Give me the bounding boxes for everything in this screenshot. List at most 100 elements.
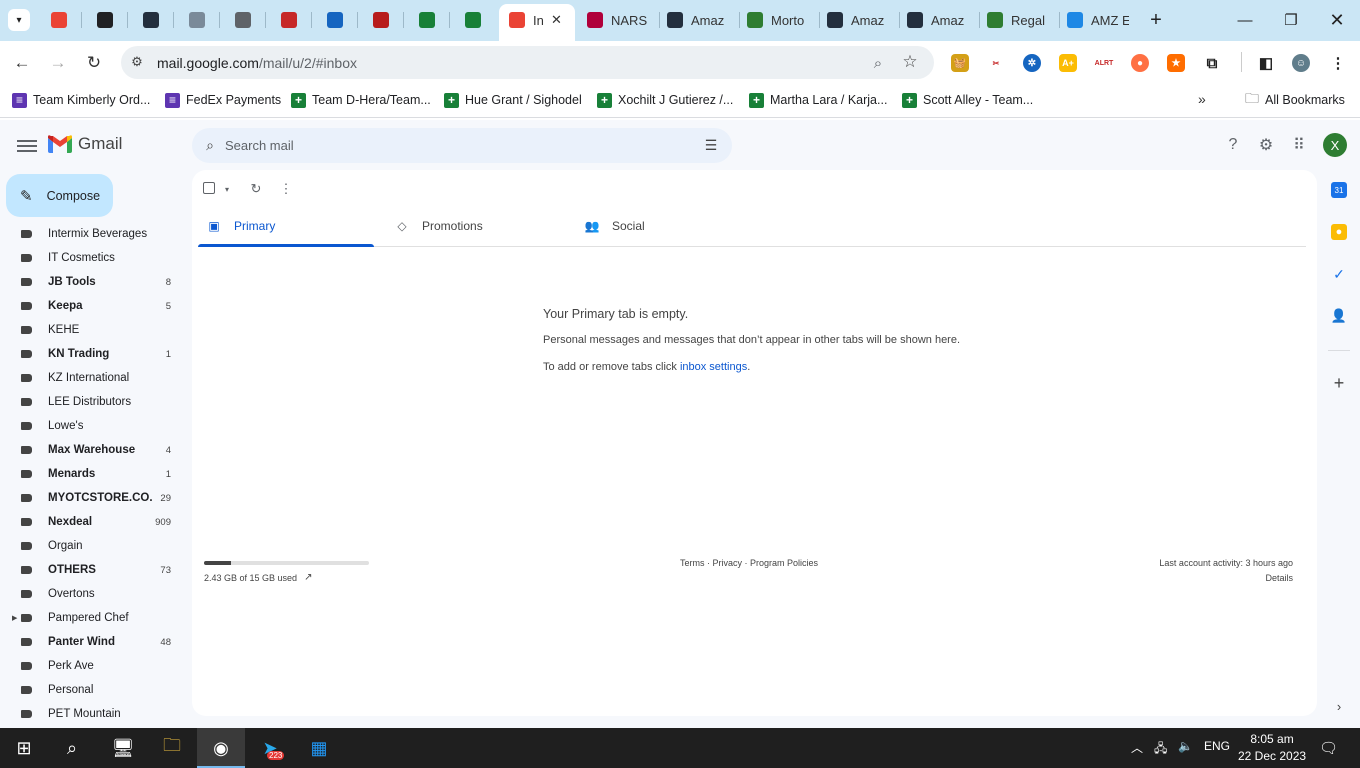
sidebar-label-item[interactable]: KN Trading 1	[0, 342, 190, 366]
bookmark-item[interactable]: ≡ Team Kimberly Ord...	[12, 91, 150, 109]
extension-alert-icon[interactable]: ALRT	[1095, 54, 1113, 72]
back-arrow-icon[interactable]: ←	[11, 52, 33, 74]
bookmark-star-icon[interactable]: ☆	[901, 52, 919, 71]
close-window-icon[interactable]: ✕	[1326, 9, 1348, 31]
extension-circle-icon[interactable]: ●	[1131, 54, 1149, 72]
contacts-icon[interactable]: 👤	[1331, 308, 1347, 324]
main-menu-icon[interactable]	[17, 137, 37, 153]
sidebar-label-item[interactable]: PET Mountain	[0, 702, 190, 726]
profile-avatar-icon[interactable]: ☺	[1292, 54, 1310, 72]
desktop-app-icon[interactable]: 🖥	[108, 733, 138, 763]
bookmark-item[interactable]: + Hue Grant / Sighodel	[444, 91, 582, 109]
bookmark-item[interactable]: + Xochilt J Gutierez /...	[597, 91, 733, 109]
browser-tab[interactable]	[51, 5, 71, 35]
file-explorer-icon[interactable]: 🗀	[157, 733, 187, 763]
sidebar-label-item[interactable]: LEE Distributors	[0, 390, 190, 414]
new-tab-plus-icon[interactable]: +	[1145, 9, 1167, 31]
windows-start-icon[interactable]: ⊞	[9, 733, 39, 763]
bookmark-item[interactable]: + Scott Alley - Team...	[902, 91, 1033, 109]
notifications-icon[interactable]: 🗨	[1319, 739, 1338, 757]
sidebar-label-item[interactable]: KZ International	[0, 366, 190, 390]
bookmark-item[interactable]: + Team D-Hera/Team...	[291, 91, 431, 109]
tasks-icon[interactable]: ✓	[1331, 266, 1347, 282]
network-icon[interactable]: 🖧	[1154, 739, 1167, 760]
language-indicator[interactable]: ENG	[1204, 739, 1230, 753]
sidebar-label-item[interactable]: ▶ Pampered Chef	[0, 606, 190, 630]
extensions-puzzle-icon[interactable]: ⧉	[1203, 54, 1221, 72]
browser-tab[interactable]	[419, 5, 439, 35]
minimize-icon[interactable]: —	[1234, 9, 1256, 31]
footer-links[interactable]: Terms · Privacy · Program Policies	[680, 558, 818, 568]
bookmark-item[interactable]: + Martha Lara / Karja...	[749, 91, 887, 109]
sidebar-label-item[interactable]: KEHE	[0, 318, 190, 342]
browser-tab[interactable]: Amaz	[667, 5, 729, 35]
browser-tab[interactable]: AMZ E	[1067, 5, 1129, 35]
sidebar-label-item[interactable]: Nexdeal 909	[0, 510, 190, 534]
side-panel-icon[interactable]: ◧	[1257, 54, 1275, 72]
browser-tab[interactable]: Amaz	[907, 5, 969, 35]
reload-icon[interactable]: ↻	[83, 52, 105, 74]
zoom-magnifier-icon[interactable]: ⌕	[869, 54, 887, 72]
sidebar-label-item[interactable]: JB Tools 8	[0, 270, 190, 294]
browser-tab[interactable]	[327, 5, 347, 35]
sidebar-label-item[interactable]: OTHERS 73	[0, 558, 190, 582]
sidebar-label-item[interactable]: Keepa 5	[0, 294, 190, 318]
address-url[interactable]: mail.google.com/mail/u/2/#inbox	[157, 55, 357, 71]
sidebar-label-item[interactable]: Menards 1	[0, 462, 190, 486]
sidebar-label-item[interactable]: Panter Wind 48	[0, 630, 190, 654]
sidebar-label-item[interactable]: Overtons	[0, 582, 190, 606]
search-icon[interactable]: ⌕	[202, 137, 218, 153]
browser-tab[interactable]: Morto	[747, 5, 809, 35]
calculator-icon[interactable]: ▦	[304, 733, 334, 763]
extension-scout-icon[interactable]: A+	[1059, 54, 1077, 72]
forward-arrow-icon[interactable]: →	[47, 52, 69, 74]
extension-basket-icon[interactable]: 🧺	[951, 54, 969, 72]
sidebar-label-item[interactable]: IT Cosmetics	[0, 246, 190, 270]
browser-tab[interactable]: Regal	[987, 5, 1049, 35]
sidebar-label-item[interactable]: Orgain	[0, 534, 190, 558]
expand-caret-icon[interactable]: ▶	[12, 614, 17, 622]
tab-primary[interactable]: ▣ Primary	[198, 205, 374, 247]
select-all-checkbox[interactable]	[203, 182, 215, 194]
browser-tab[interactable]	[97, 5, 117, 35]
select-dropdown-icon[interactable]: ▾	[219, 181, 235, 197]
sidebar-label-item[interactable]: Intermix Beverages	[0, 222, 190, 246]
tab-social[interactable]: 👥 Social	[584, 205, 764, 247]
extension-crossed-icon[interactable]: ✂	[987, 54, 1005, 72]
tab-promotions[interactable]: ◇ Promotions	[394, 205, 574, 247]
extension-compass-icon[interactable]: ✲	[1023, 54, 1041, 72]
sidebar-label-item[interactable]: MYOTCSTORE.CO... 29	[0, 486, 190, 510]
browser-tab[interactable]	[189, 5, 209, 35]
bookmark-item[interactable]: ≡ FedEx Payments	[165, 91, 281, 109]
calendar-icon[interactable]: 31	[1331, 182, 1347, 198]
help-icon[interactable]: ?	[1222, 134, 1244, 156]
settings-gear-icon[interactable]: ⚙	[1255, 134, 1277, 156]
browser-tab[interactable]	[281, 5, 301, 35]
search-options-icon[interactable]: ☰	[701, 136, 721, 154]
open-external-icon[interactable]: ↗	[304, 572, 312, 583]
browser-tab[interactable]	[465, 5, 485, 35]
close-tab-icon[interactable]: ✕	[551, 5, 562, 35]
more-options-icon[interactable]: ⋮	[278, 181, 294, 197]
inbox-settings-link[interactable]: inbox settings	[680, 361, 747, 373]
all-bookmarks-folder[interactable]: 🗀 All Bookmarks	[1245, 90, 1345, 109]
browser-tab[interactable]	[235, 5, 255, 35]
gmail-logo[interactable]: Gmail	[48, 134, 122, 154]
show-side-panel-chevron-icon[interactable]: ›	[1331, 698, 1347, 714]
extension-star-icon[interactable]: ★	[1167, 54, 1185, 72]
browser-tab[interactable]: NARS	[587, 5, 649, 35]
apps-grid-icon[interactable]: ⠿	[1288, 134, 1310, 156]
compose-button[interactable]: ✎ Compose	[6, 174, 113, 217]
refresh-icon[interactable]: ↻	[248, 181, 264, 197]
browser-tab[interactable]: Amaz	[827, 5, 889, 35]
browser-tab[interactable]	[373, 5, 393, 35]
browser-tab[interactable]	[143, 5, 163, 35]
tab-search-chevron-icon[interactable]: ▾	[8, 9, 30, 31]
chrome-icon[interactable]: ◉	[206, 733, 236, 763]
keep-icon[interactable]: ●	[1331, 224, 1347, 240]
sidebar-label-item[interactable]: Perk Ave	[0, 654, 190, 678]
show-hidden-icons-chevron-icon[interactable]: ︿	[1131, 739, 1143, 756]
clock[interactable]: 8:05 am 22 Dec 2023	[1238, 731, 1306, 765]
sidebar-label-item[interactable]: Personal	[0, 678, 190, 702]
sidebar-label-item[interactable]: Max Warehouse 4	[0, 438, 190, 462]
